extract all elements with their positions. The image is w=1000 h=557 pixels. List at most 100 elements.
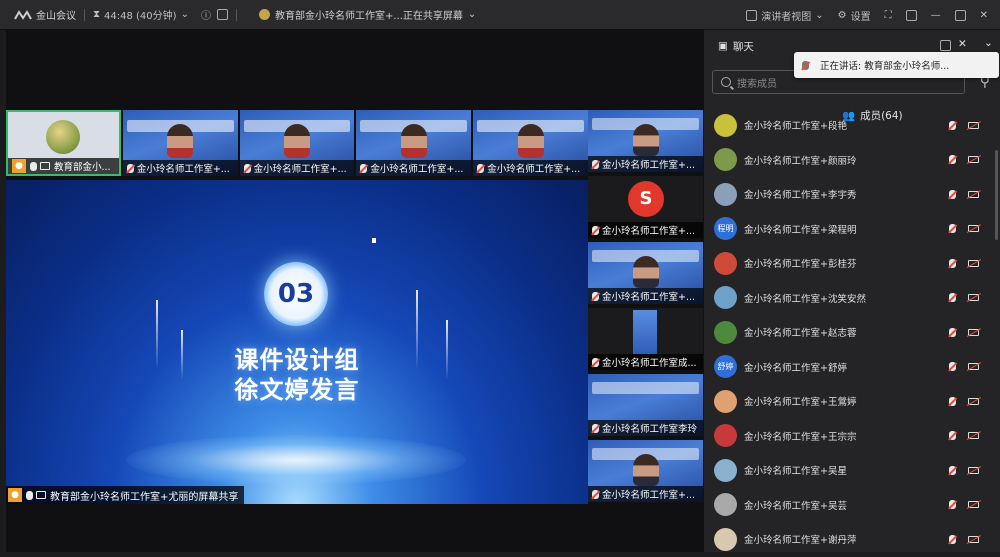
close-icon[interactable]: ✕ xyxy=(980,10,988,21)
participant-tile[interactable]: 金小玲名师工作室李玲 xyxy=(588,374,703,436)
popout-icon[interactable] xyxy=(940,40,951,51)
participant-tile[interactable]: 金小玲名师工作室+... xyxy=(239,110,355,176)
member-status-icons xyxy=(949,120,979,130)
video-area: ● 教育部金小... 金小玲名师工作室+... 金小玲名师工作室+... 金小玲… xyxy=(6,30,703,552)
member-row[interactable]: 金小玲名师工作室+沈笑安然 xyxy=(704,281,1000,316)
member-status-icons xyxy=(949,189,979,199)
avatar xyxy=(46,120,81,154)
presenter-view-button[interactable]: 演讲者视图 ⌄ xyxy=(746,8,824,23)
member-row[interactable]: 金小玲名师工作室+彭桂芬 xyxy=(704,246,1000,281)
camera-off-icon[interactable] xyxy=(968,501,979,509)
member-row[interactable]: 金小玲名师工作室+王鶯婷 xyxy=(704,384,1000,419)
member-name: 金小玲名师工作室+王宗宗 xyxy=(744,431,857,443)
mic-off-icon[interactable] xyxy=(949,293,956,303)
participant-tile[interactable]: 金小玲名师工作室+... xyxy=(588,110,703,172)
mic-off-icon xyxy=(592,489,599,499)
participant-namebar: 金小玲名师工作室+... xyxy=(588,156,703,172)
avatar xyxy=(714,320,737,344)
participant-name: 金小玲名师工作室+... xyxy=(602,160,696,171)
camera-off-icon[interactable] xyxy=(968,156,979,164)
participant-tile[interactable]: 金小玲名师工作室+... xyxy=(356,110,472,176)
settings-button[interactable]: ⚙ 设置 xyxy=(838,8,871,23)
member-row[interactable]: 金小玲名师工作室+吴芸 xyxy=(704,488,1000,523)
restore-icon[interactable] xyxy=(954,9,966,21)
mic-off-icon[interactable] xyxy=(949,189,956,199)
member-row[interactable]: 舒婷 金小玲名师工作室+舒婷 xyxy=(704,350,1000,385)
participant-tile[interactable]: 金小玲名师工作室成... xyxy=(588,308,703,370)
timer-text: 44:48 (40分钟) xyxy=(104,11,177,22)
avatar xyxy=(714,182,737,206)
camera-off-icon[interactable] xyxy=(968,432,979,440)
camera-off-icon[interactable] xyxy=(968,294,979,302)
member-row[interactable]: 金小玲名师工作室+李宇秀 xyxy=(704,177,1000,212)
member-name: 金小玲名师工作室+沈笑安然 xyxy=(744,293,866,305)
mic-off-icon[interactable] xyxy=(949,362,956,372)
member-row[interactable]: 金小玲名师工作室+吴星 xyxy=(704,453,1000,488)
camera-off-icon[interactable] xyxy=(968,259,979,267)
meeting-timer[interactable]: ⧗ 44:48 (40分钟) ⌄ xyxy=(93,7,189,22)
participant-tile[interactable]: 金小玲名师工作室+... xyxy=(588,242,703,304)
mic-off-icon[interactable] xyxy=(949,327,956,337)
list-item xyxy=(704,100,1000,108)
mic-off-icon[interactable] xyxy=(949,224,956,234)
camera-off-icon[interactable] xyxy=(968,397,979,405)
search-input[interactable]: 搜索成员 xyxy=(737,75,777,90)
member-row[interactable]: 金小玲名师工作室+段艳 xyxy=(704,108,1000,143)
camera-off-icon[interactable] xyxy=(968,190,979,198)
mic-off-icon[interactable] xyxy=(949,500,956,510)
member-status-icons xyxy=(949,293,979,303)
chevron-down-icon: ⌄ xyxy=(467,9,477,20)
mic-off-icon[interactable] xyxy=(949,258,956,268)
mic-off-icon[interactable] xyxy=(949,120,956,130)
close-icon[interactable]: ✕ xyxy=(958,38,967,50)
member-row[interactable]: 金小玲名师工作室+王宗宗 xyxy=(704,419,1000,454)
member-name: 金小玲名师工作室+彭桂芬 xyxy=(744,259,857,271)
tab-chat[interactable]: ▣ 聊天 xyxy=(718,39,754,54)
sidebar-toggle-icon[interactable] xyxy=(905,9,917,21)
scrollbar[interactable] xyxy=(995,150,998,240)
fullscreen-icon[interactable]: ⛶ xyxy=(885,10,892,21)
participant-tile[interactable]: 金小玲名师工作室+... xyxy=(122,110,238,176)
tab-chat-label: 聊天 xyxy=(732,40,754,53)
mic-off-icon[interactable] xyxy=(949,465,956,475)
participant-tile[interactable]: S 金小玲名师工作室+... xyxy=(588,176,703,238)
host-icon: ● xyxy=(12,159,26,173)
camera-off-icon[interactable] xyxy=(968,225,979,233)
participant-video xyxy=(167,124,194,158)
participant-name: 教育部金小... xyxy=(54,162,111,173)
avatar xyxy=(714,113,737,137)
member-name: 金小玲名师工作室+赵志蓉 xyxy=(744,328,857,340)
participant-tile[interactable]: 金小玲名师工作室+... xyxy=(588,440,703,502)
member-row[interactable]: 金小玲名师工作室+谢丹萍 xyxy=(704,522,1000,557)
share-buttons: ⓘ xyxy=(201,7,228,22)
info-icon[interactable]: ⓘ xyxy=(201,7,211,22)
participant-namebar: 金小玲名师工作室成... xyxy=(588,354,703,370)
participant-name: 金小玲名师工作室李玲 xyxy=(602,424,698,435)
chevron-down-icon[interactable]: ⌄ xyxy=(984,37,993,49)
camera-off-icon[interactable] xyxy=(968,466,979,474)
camera-off-icon[interactable] xyxy=(968,121,979,129)
member-name: 金小玲名师工作室+吴星 xyxy=(744,466,847,478)
camera-off-icon[interactable] xyxy=(968,328,979,336)
member-row[interactable]: 金小玲名师工作室+颜丽玲 xyxy=(704,143,1000,178)
minimize-icon[interactable]: — xyxy=(931,10,941,21)
member-row[interactable]: 程明 金小玲名师工作室+梁程明 xyxy=(704,212,1000,247)
camera-off-icon[interactable] xyxy=(968,535,979,543)
participant-tile[interactable]: ● 教育部金小... xyxy=(6,110,121,176)
member-row[interactable]: 金小玲名师工作室+赵志蓉 xyxy=(704,315,1000,350)
member-status-icons xyxy=(949,224,979,234)
participant-tile[interactable]: 金小玲名师工作室+... xyxy=(473,110,588,176)
mic-off-icon[interactable] xyxy=(949,534,956,544)
mic-off-icon[interactable] xyxy=(949,155,956,165)
mic-off-icon[interactable] xyxy=(949,396,956,406)
title-bar: 金山会议 ⧗ 44:48 (40分钟) ⌄ ⓘ 教育部金小玲名师工作室+...正… xyxy=(0,0,1000,30)
presenter-view-icon xyxy=(746,9,758,21)
mic-off-icon[interactable] xyxy=(949,431,956,441)
external-link-icon[interactable] xyxy=(216,9,228,20)
mic-off-icon xyxy=(126,163,134,173)
avatar xyxy=(714,148,737,172)
shared-screen[interactable]: 03 课件设计组 徐文婷发言 ● 教育部金小玲名师工作室+尤丽的屏幕共享 xyxy=(6,180,588,504)
avatar xyxy=(714,493,737,517)
mic-icon xyxy=(26,490,33,500)
camera-off-icon[interactable] xyxy=(968,363,979,371)
